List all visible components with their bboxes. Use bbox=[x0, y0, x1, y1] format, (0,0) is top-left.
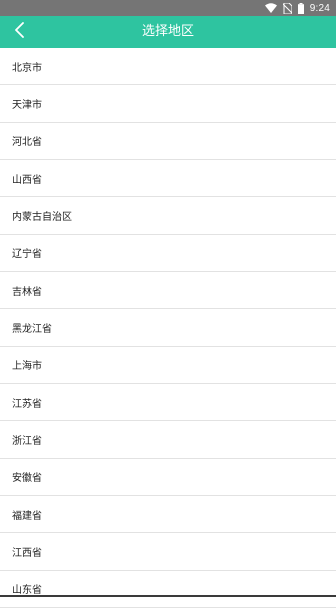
battery-icon bbox=[297, 2, 304, 14]
region-list-item[interactable]: 辽宁省 bbox=[0, 234, 336, 272]
region-label: 北京市 bbox=[12, 62, 42, 74]
wifi-icon bbox=[264, 2, 277, 14]
region-list-item[interactable]: 河北省 bbox=[0, 122, 336, 160]
region-label: 黑龙江省 bbox=[12, 323, 52, 335]
region-list-item[interactable]: 江苏省 bbox=[0, 383, 336, 422]
status-time: 9:24 bbox=[309, 2, 330, 14]
status-bar: 9:24 bbox=[0, 0, 336, 16]
region-label: 上海市 bbox=[12, 361, 42, 373]
region-label: 吉林省 bbox=[12, 286, 42, 298]
region-list-item[interactable]: 内蒙古自治区 bbox=[0, 197, 336, 235]
region-list: 北京市天津市河北省山西省内蒙古自治区 辽宁省吉林省黑龙江省上海市江苏省浙江省安徽省… bbox=[0, 48, 336, 608]
region-list-item[interactable]: 江西省 bbox=[0, 533, 336, 571]
region-label: 山东省 bbox=[12, 585, 42, 597]
region-list-item[interactable]: 福建省 bbox=[0, 495, 336, 534]
region-label: 江西省 bbox=[12, 547, 42, 559]
region-label: 福建省 bbox=[12, 510, 42, 522]
region-list-item[interactable]: 山西省 bbox=[0, 159, 336, 198]
region-label: 浙江省 bbox=[12, 435, 42, 447]
region-label: 山西省 bbox=[12, 174, 42, 186]
no-sim-icon bbox=[282, 2, 292, 14]
region-label: 河北省 bbox=[12, 137, 42, 149]
region-label: 内蒙古自治区 bbox=[12, 211, 72, 223]
region-list-item[interactable]: 黑龙江省 bbox=[0, 309, 336, 347]
region-list-item[interactable]: 吉林省 bbox=[0, 271, 336, 310]
region-list-item[interactable]: 上海市 bbox=[0, 346, 336, 384]
region-list-item[interactable]: 天津市 bbox=[0, 85, 336, 123]
region-label: 江苏省 bbox=[12, 398, 42, 410]
region-list-item[interactable]: 浙江省 bbox=[0, 421, 336, 459]
region-label: 辽宁省 bbox=[12, 249, 42, 261]
region-list-item[interactable]: 安徽省 bbox=[0, 458, 336, 496]
region-label: 安徽省 bbox=[12, 473, 42, 485]
region-list-item[interactable]: 山东省 bbox=[0, 570, 336, 608]
region-list-item[interactable]: 北京市 bbox=[0, 48, 336, 86]
region-label: 天津市 bbox=[12, 99, 42, 111]
page-title: 选择地区 bbox=[141, 24, 194, 39]
app-bar: 选择地区 bbox=[0, 16, 336, 48]
